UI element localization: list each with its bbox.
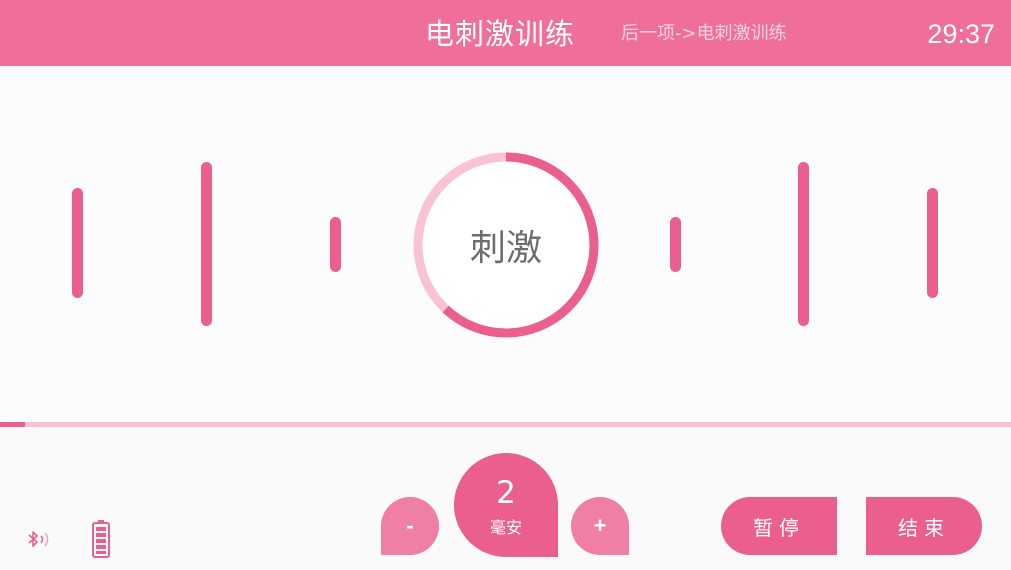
- increase-current-button[interactable]: +: [571, 497, 629, 555]
- page-title: 电刺激训练: [425, 17, 576, 51]
- level-bar-right-tall: [798, 162, 809, 326]
- level-bar-left-short: [330, 217, 341, 272]
- stimulus-label: 刺激: [469, 228, 542, 269]
- level-bar-left-tall: [201, 162, 212, 326]
- countdown-timer: 29:37: [927, 19, 995, 49]
- stimulus-ring: 刺激: [410, 149, 602, 341]
- decrease-current-button[interactable]: -: [381, 497, 439, 555]
- pause-button[interactable]: 暂停: [721, 497, 837, 555]
- battery-icon: [92, 520, 110, 558]
- current-value: 2: [496, 475, 516, 511]
- current-display: 2 毫安: [454, 453, 558, 557]
- end-button[interactable]: 结束: [866, 497, 982, 555]
- bluetooth-icon: [28, 531, 49, 547]
- next-item-label: 后一项->电刺激训练: [621, 23, 787, 44]
- level-bar-right-outer: [927, 188, 938, 298]
- current-unit: 毫安: [489, 518, 522, 537]
- level-bar-right-short: [670, 217, 681, 272]
- level-bar-left-outer: [72, 188, 83, 298]
- header-bar: 电刺激训练 后一项->电刺激训练 29:37: [0, 0, 1011, 66]
